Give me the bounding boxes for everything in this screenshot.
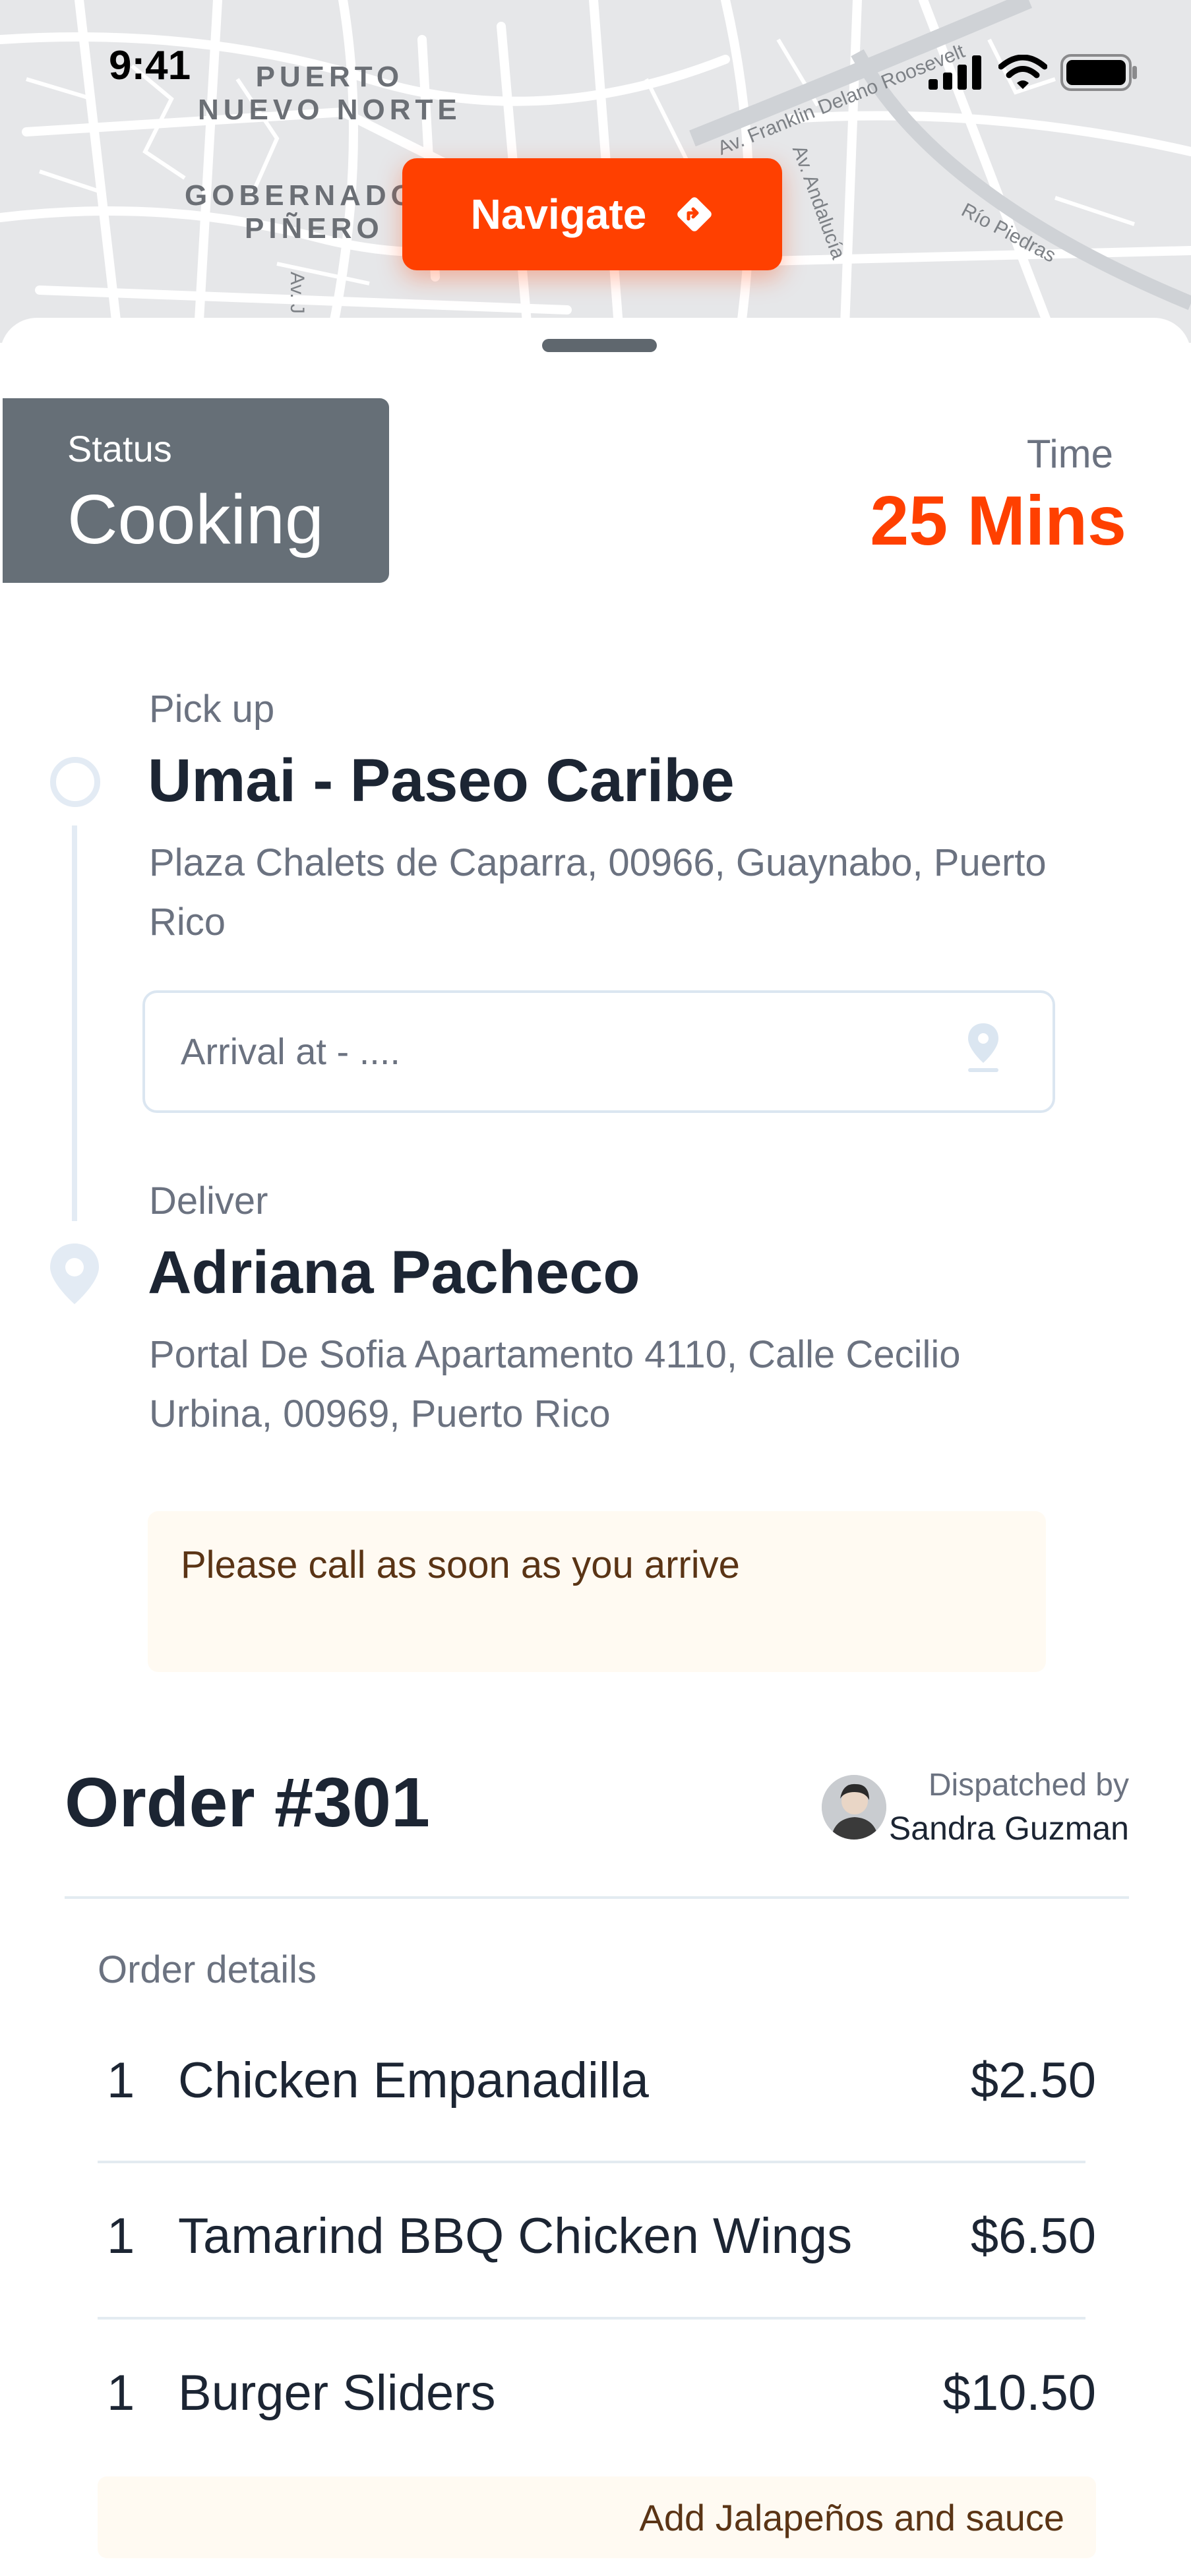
order-item-row: 1 Chicken Empanadilla $2.50 [98, 2025, 1096, 2131]
street-label-av-j: Av. J [286, 272, 308, 314]
order-title: Order #301 [65, 1764, 430, 1842]
order-sheet: Status Cooking Time 25 Mins Pick up Umai… [0, 318, 1191, 2576]
deliver-address: Portal De Sofia Apartamento 4110, Calle … [149, 1333, 961, 1435]
delivery-note: Please call as soon as you arrive [148, 1511, 1046, 1672]
status-bar: 9:41 [0, 0, 1191, 91]
pickup-address: Plaza Chalets de Caparra, 00966, Guaynab… [149, 841, 1047, 944]
pickup-name: Umai - Paseo Caribe [148, 747, 735, 814]
item-divider [98, 2317, 1085, 2320]
item-name: Tamarind BBQ Chicken Wings [178, 2208, 853, 2264]
sheet-drag-handle[interactable] [542, 339, 657, 352]
delivery-pin-icon [50, 1243, 99, 1304]
order-divider [65, 1896, 1129, 1899]
item-name: Burger Sliders [178, 2365, 496, 2421]
arrival-time-field[interactable]: Arrival at - .... [142, 990, 1055, 1113]
directions-icon [677, 197, 712, 231]
item-quantity: 1 [107, 2208, 135, 2264]
item-price: $10.50 [942, 2365, 1096, 2421]
order-item-row: 1 Burger Sliders $10.50 [98, 2338, 1096, 2443]
time-value: 25 Mins [870, 482, 1126, 560]
status-value: Cooking [67, 481, 324, 558]
route-timeline [72, 825, 77, 1221]
delivery-note-text: Please call as soon as you arrive [181, 1543, 740, 1586]
order-details-label: Order details [98, 1948, 317, 1991]
deliver-label: Deliver [149, 1180, 268, 1222]
arrival-placeholder: Arrival at - .... [181, 1031, 400, 1072]
dispatcher-name: Sandra Guzman [888, 1810, 1129, 1847]
status-label: Status [67, 428, 172, 469]
time-label: Time [1026, 432, 1113, 476]
item-divider [98, 2161, 1085, 2163]
clock: 9:41 [109, 43, 191, 88]
item-name: Chicken Empanadilla [178, 2052, 649, 2109]
status-card: Status Cooking [3, 398, 389, 583]
battery-icon [1060, 54, 1137, 91]
deliver-name: Adriana Pacheco [148, 1239, 640, 1306]
item-note: Add Jalapeños and sauce [98, 2476, 1096, 2558]
navigate-button[interactable]: Navigate [402, 158, 782, 270]
wifi-icon [998, 55, 1047, 89]
location-pin-icon[interactable] [964, 1021, 1002, 1073]
pickup-label: Pick up [149, 688, 275, 731]
item-note-text: Add Jalapeños and sauce [639, 2497, 1065, 2538]
item-price: $2.50 [970, 2052, 1096, 2109]
item-quantity: 1 [107, 2052, 135, 2109]
item-quantity: 1 [107, 2365, 135, 2421]
order-item-row: 1 Tamarind BBQ Chicken Wings $6.50 [98, 2181, 1096, 2287]
dispatcher-avatar [822, 1775, 886, 1840]
signal-icon [929, 55, 981, 90]
dispatched-by-label: Dispatched by [928, 1768, 1129, 1803]
item-price: $6.50 [970, 2208, 1096, 2264]
pickup-marker-icon [50, 757, 100, 807]
navigate-label: Navigate [470, 191, 647, 238]
